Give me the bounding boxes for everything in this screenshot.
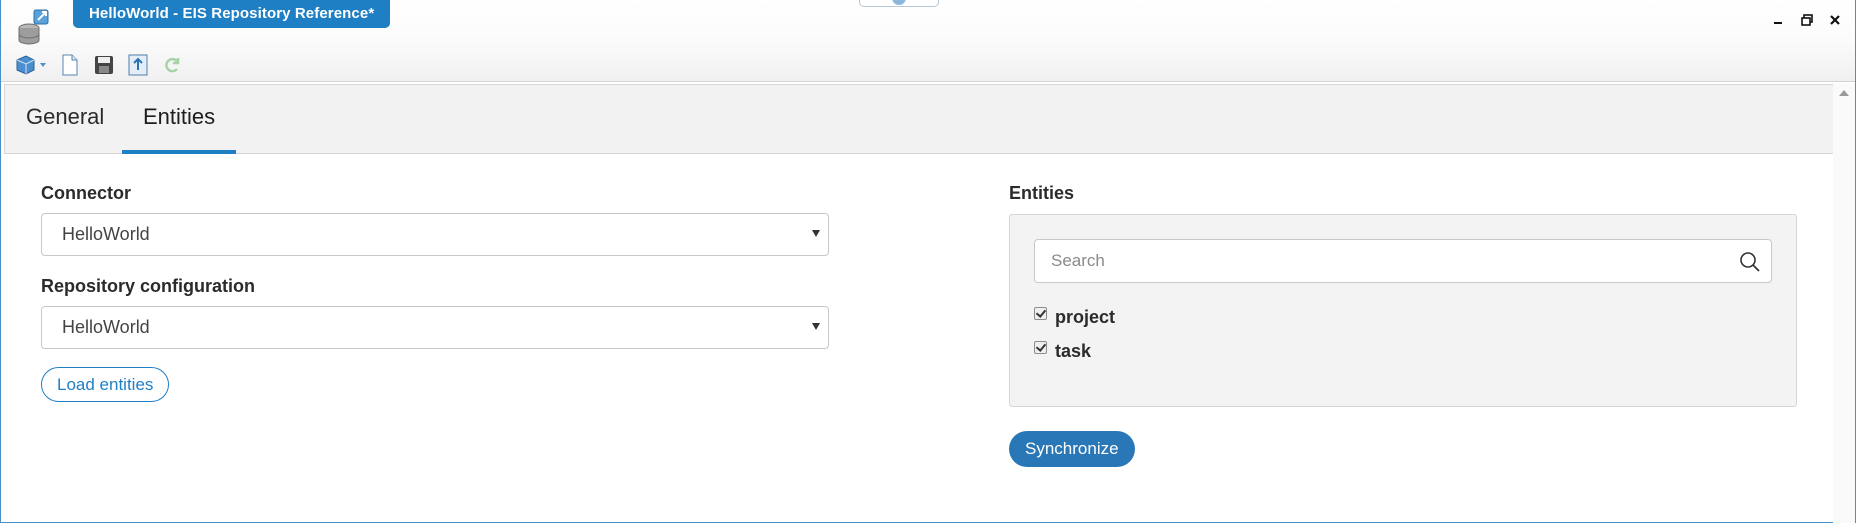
export-button[interactable]: [125, 52, 151, 78]
editor-tabs: General Entities: [4, 84, 1834, 154]
refresh-button[interactable]: [159, 52, 185, 78]
editor-window: HelloWorld - EIS Repository Reference* G…: [0, 0, 1856, 523]
restore-icon: [1801, 14, 1813, 26]
repository-configuration-label: Repository configuration: [41, 276, 256, 296]
task-checkbox[interactable]: [1034, 341, 1047, 354]
load-entities-button[interactable]: Load entities: [41, 367, 170, 402]
document-title-tab[interactable]: HelloWorld - EIS Repository Reference*: [73, 0, 391, 28]
save-icon: [95, 56, 113, 74]
minimize-icon: [1774, 22, 1782, 24]
new-document-icon: [62, 54, 78, 76]
connector-label: Connector: [41, 183, 131, 203]
refresh-icon: [165, 57, 180, 73]
new-document-button[interactable]: [57, 52, 83, 78]
search-icon[interactable]: [1739, 251, 1761, 273]
project-checkbox[interactable]: [1034, 307, 1047, 320]
tab-entities[interactable]: Entities: [122, 85, 237, 154]
minimize-button[interactable]: [1769, 10, 1789, 30]
save-button[interactable]: [91, 52, 117, 78]
window-header: HelloWorld - EIS Repository Reference*: [1, 0, 1855, 82]
repository-configuration-value: HelloWorld: [62, 317, 150, 337]
close-button[interactable]: [1825, 10, 1845, 30]
entities-search[interactable]: [1034, 239, 1772, 283]
synchronize-button[interactable]: Synchronize: [1009, 431, 1135, 467]
restore-button[interactable]: [1797, 10, 1817, 30]
entity-label: project: [1055, 307, 1116, 327]
database-dropdown-button[interactable]: [13, 52, 49, 78]
connector-select[interactable]: HelloWorld: [41, 213, 829, 256]
collapse-handle[interactable]: [859, 0, 939, 7]
close-icon: [1830, 15, 1840, 25]
scroll-up-arrow-icon[interactable]: [1839, 90, 1849, 96]
chevron-down-icon: [812, 323, 820, 330]
entity-item-project[interactable]: project: [1034, 307, 1115, 328]
entity-label: task: [1055, 341, 1092, 361]
tab-general[interactable]: General: [5, 85, 125, 154]
entity-item-task[interactable]: task: [1034, 341, 1091, 362]
entities-heading: Entities: [1009, 183, 1075, 203]
editor-toolbar: [13, 52, 185, 78]
repository-configuration-select[interactable]: HelloWorld: [41, 306, 829, 349]
vertical-scrollbar[interactable]: [1833, 84, 1855, 523]
connector-value: HelloWorld: [62, 224, 150, 244]
chevron-down-icon: [812, 230, 820, 237]
window-controls: [1769, 10, 1845, 30]
database-dropdown-icon: [16, 55, 46, 75]
export-icon: [128, 54, 148, 76]
entities-panel: project task: [1009, 214, 1797, 407]
repository-app-icon: [16, 6, 54, 46]
search-input[interactable]: [1035, 240, 1695, 282]
